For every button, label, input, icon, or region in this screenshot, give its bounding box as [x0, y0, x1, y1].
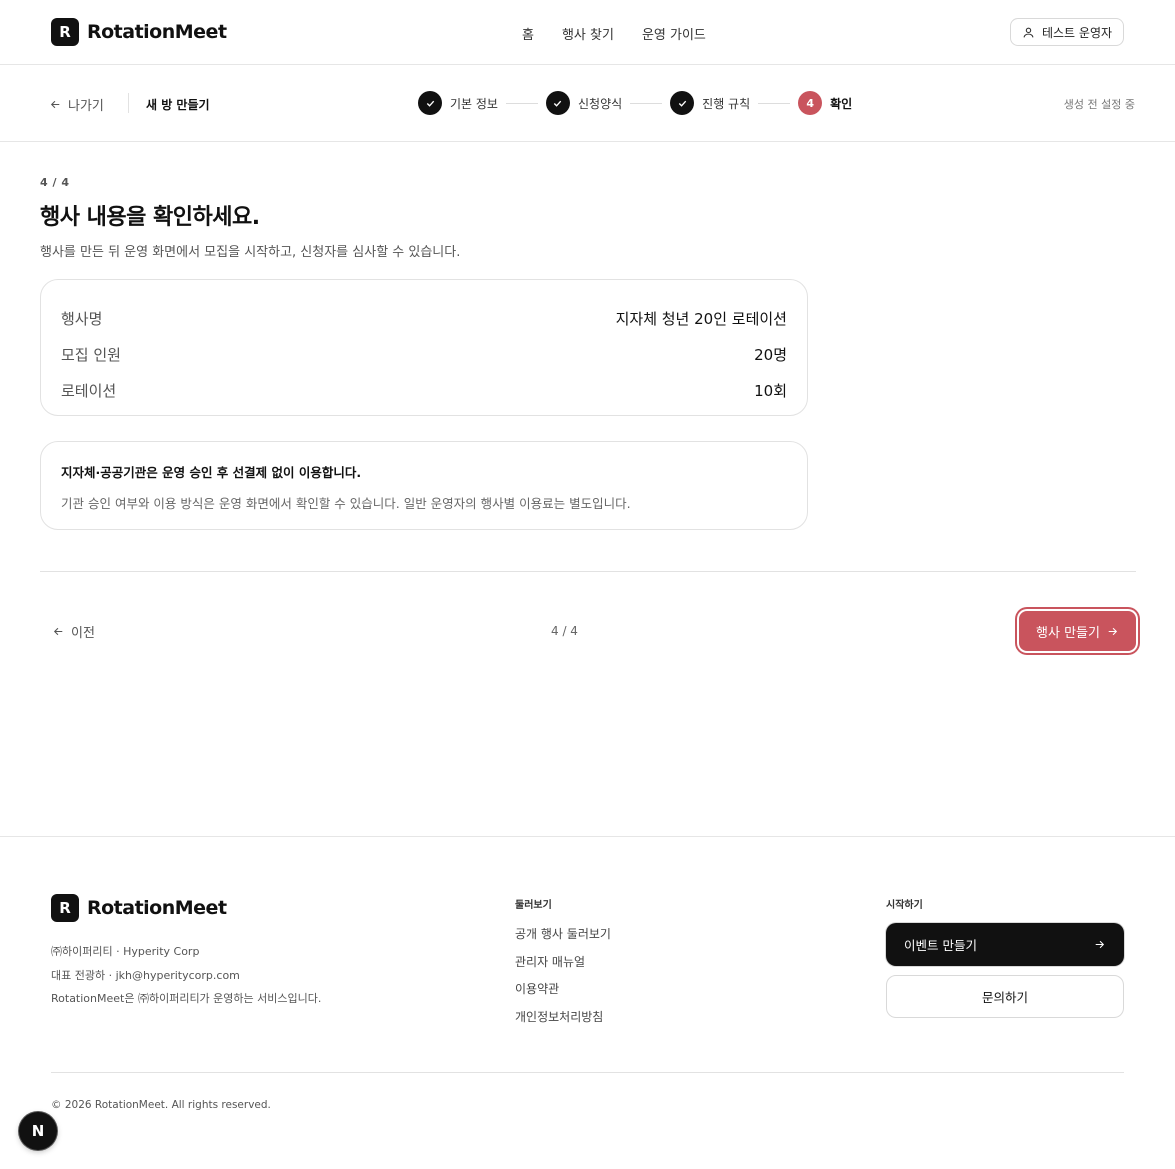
- check-icon: [670, 91, 695, 115]
- wizard-stepbar: 나가기 새 방 만들기 기본 정보 신청양식 진행 규칙 4 확인 생성 전 설…: [0, 65, 1175, 142]
- notice-body: 기관 승인 여부와 이용 방식은 운영 화면에서 확인할 수 있습니다. 일반 …: [61, 496, 631, 511]
- divider: [40, 571, 1136, 572]
- step-connector: [505, 102, 538, 104]
- summary-row: 로테이션 10회: [61, 372, 787, 408]
- step-number: 4: [798, 91, 823, 115]
- logo-text: RotationMeet: [87, 897, 227, 919]
- user-menu-button[interactable]: 테스트 운영자: [1010, 18, 1124, 46]
- divider: [128, 93, 129, 113]
- previous-button[interactable]: 이전: [52, 622, 95, 641]
- top-navigation-bar: R RotationMeet 홈 행사 찾기 운영 가이드 테스트 운영자: [0, 0, 1175, 65]
- footer-create-event-button[interactable]: 이벤트 만들기: [886, 923, 1124, 966]
- nav-find-events[interactable]: 행사 찾기: [562, 24, 614, 43]
- company-info: ㈜하이퍼리티 · Hyperity Corp 대표 전광하 · jkh@hype…: [51, 940, 321, 1011]
- check-icon: [545, 91, 570, 115]
- page-heading: 새 방 만들기: [146, 98, 210, 112]
- exit-label: 나가기: [68, 99, 104, 114]
- step-application-form[interactable]: 신청양식: [545, 91, 623, 115]
- logo[interactable]: R RotationMeet: [51, 18, 227, 46]
- exit-button[interactable]: 나가기: [49, 95, 104, 114]
- user-icon: [1023, 27, 1034, 37]
- cta-label: 문의하기: [981, 990, 1028, 1005]
- summary-value: 10회: [754, 381, 787, 400]
- create-event-button[interactable]: 행사 만들기: [1019, 611, 1136, 651]
- summary-label: 행사명: [61, 309, 103, 328]
- main-nav: 홈 행사 찾기 운영 가이드: [522, 24, 706, 43]
- copyright: © 2026 RotationMeet. All rights reserved…: [51, 1099, 271, 1111]
- footer-logo[interactable]: R RotationMeet: [51, 894, 227, 922]
- step-connector: [630, 102, 663, 104]
- start-title: 시작하기: [886, 900, 923, 911]
- footer-contact-button[interactable]: 문의하기: [886, 975, 1124, 1018]
- link-admin-manual[interactable]: 관리자 매뉴얼: [515, 949, 611, 977]
- arrow-left-icon: [53, 627, 63, 636]
- step-label: 진행 규칙: [702, 96, 751, 111]
- dev-tools-badge[interactable]: N: [19, 1112, 57, 1150]
- summary-label: 로테이션: [61, 381, 117, 400]
- main-content: 4 / 4 행사 내용을 확인하세요. 행사를 만든 뒤 운영 화면에서 모집을…: [40, 176, 1136, 530]
- step-basic-info[interactable]: 기본 정보: [418, 91, 498, 115]
- summary-card: 행사명 지자체 청년 20인 로테이션 모집 인원 20명 로테이션 10회: [40, 279, 808, 416]
- nav-home[interactable]: 홈: [522, 24, 534, 43]
- step-label: 확인: [830, 96, 853, 111]
- step-label: 기본 정보: [450, 96, 498, 111]
- notice-card: 지자체·공공기관은 운영 승인 후 선결제 없이 이용합니다. 기관 승인 여부…: [40, 441, 808, 530]
- page-subtitle: 행사를 만든 뒤 운영 화면에서 모집을 시작하고, 신청자를 심사할 수 있습…: [40, 245, 461, 260]
- summary-row: 행사명 지자체 청년 20인 로테이션: [61, 300, 787, 336]
- summary-value: 지자체 청년 20인 로테이션: [615, 309, 787, 328]
- logo-mark-icon: R: [51, 18, 79, 46]
- summary-value: 20명: [754, 345, 787, 364]
- create-label: 행사 만들기: [1036, 625, 1100, 641]
- arrow-right-icon: [1108, 627, 1118, 635]
- step-connector: [758, 102, 791, 104]
- link-terms[interactable]: 이용약관: [515, 976, 611, 1004]
- step-count: 4 / 4: [40, 176, 70, 189]
- footer: R RotationMeet ㈜하이퍼리티 · Hyperity Corp 대표…: [0, 836, 1175, 1169]
- summary-label: 모집 인원: [61, 345, 121, 364]
- page-title: 행사 내용을 확인하세요.: [40, 205, 260, 230]
- step-confirm[interactable]: 4 확인: [798, 91, 852, 115]
- check-icon: [418, 91, 442, 115]
- arrow-left-icon: [50, 100, 60, 109]
- browse-links: 공개 행사 둘러보기 관리자 매뉴얼 이용약관 개인정보처리방침: [515, 921, 611, 1031]
- logo-text: RotationMeet: [87, 21, 227, 43]
- step-rules[interactable]: 진행 규칙: [670, 91, 750, 115]
- wizard-steps: 기본 정보 신청양식 진행 규칙 4 확인: [418, 91, 852, 115]
- browse-title: 둘러보기: [515, 900, 552, 911]
- nav-operation-guide[interactable]: 운영 가이드: [642, 24, 706, 43]
- summary-row: 모집 인원 20명: [61, 336, 787, 372]
- notice-title: 지자체·공공기관은 운영 승인 후 선결제 없이 이용합니다.: [61, 465, 362, 480]
- user-name: 테스트 운영자: [1041, 25, 1113, 40]
- cta-label: 이벤트 만들기: [904, 938, 977, 953]
- company-desc: RotationMeet은 ㈜하이퍼리티가 운영하는 서비스입니다.: [51, 992, 322, 1005]
- arrow-right-icon: [1095, 940, 1105, 949]
- page-indicator: 4 / 4: [551, 624, 578, 638]
- company-ceo: 대표 전광하 · jkh@hyperitycorp.com: [51, 968, 240, 982]
- logo-mark-icon: R: [51, 894, 79, 922]
- previous-label: 이전: [71, 626, 95, 641]
- step-label: 신청양식: [577, 96, 623, 111]
- link-privacy[interactable]: 개인정보처리방침: [515, 1004, 611, 1032]
- company-name: ㈜하이퍼리티 · Hyperity Corp: [51, 945, 200, 958]
- draft-status: 생성 전 설정 중: [1063, 98, 1135, 111]
- link-public-events[interactable]: 공개 행사 둘러보기: [515, 921, 611, 949]
- divider: [51, 1072, 1124, 1073]
